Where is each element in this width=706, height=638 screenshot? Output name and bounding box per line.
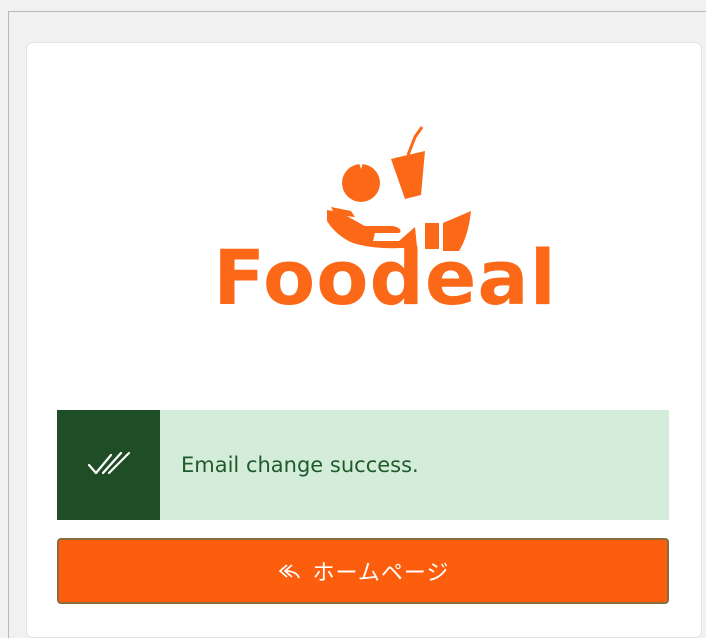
foodeal-logo: Foodeal xyxy=(203,83,567,343)
reply-all-icon xyxy=(277,562,301,580)
brand-name: Foodeal xyxy=(213,233,557,322)
success-alert: Email change success. xyxy=(57,410,669,520)
food-hand-logo-icon xyxy=(327,126,471,251)
home-button-label: ホームページ xyxy=(312,561,450,586)
alert-message: Email change success. xyxy=(181,453,419,477)
home-page-button[interactable]: ホームページ xyxy=(57,538,669,604)
double-check-icon xyxy=(87,451,130,475)
alert-icon-container xyxy=(57,410,160,520)
